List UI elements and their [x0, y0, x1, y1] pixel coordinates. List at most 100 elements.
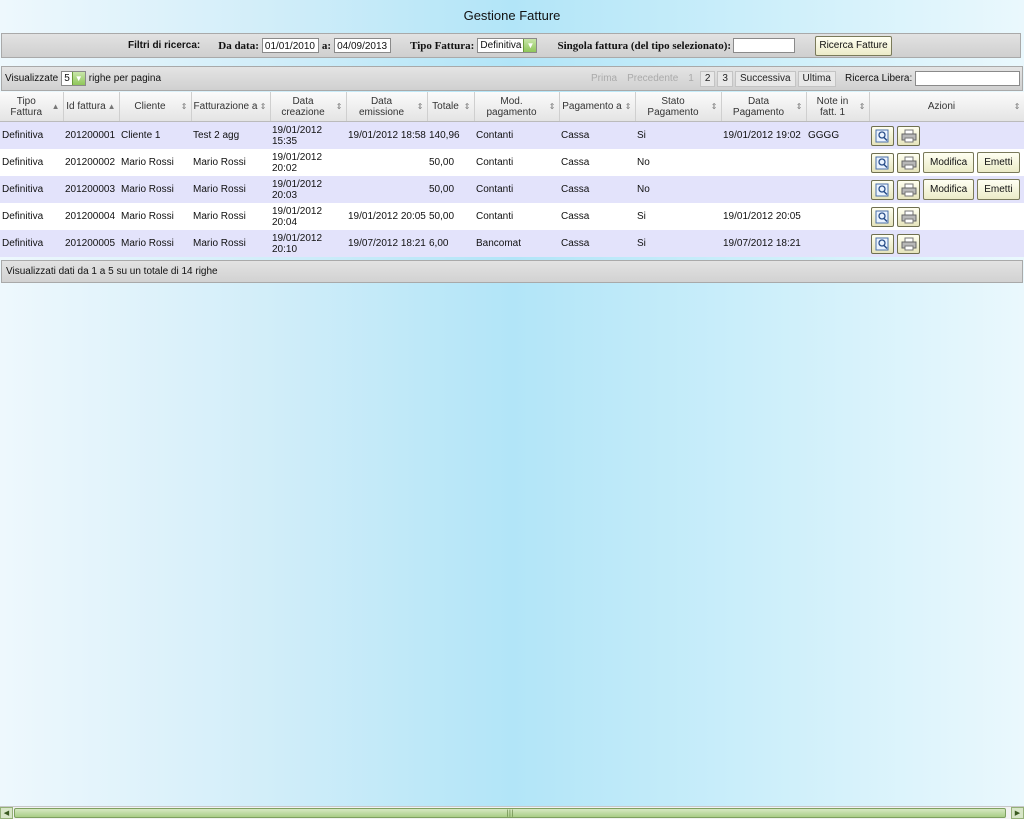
chevron-down-icon: ▼: [71, 72, 85, 85]
cell-data-pagamento: 19/07/2012 18:21: [721, 230, 806, 257]
col-header-label: Azioni: [927, 101, 956, 112]
col-header-id[interactable]: Id fattura ▲: [63, 92, 120, 122]
printer-icon: [901, 237, 916, 250]
view-invoice-button[interactable]: [871, 233, 894, 254]
print-invoice-button[interactable]: [897, 125, 920, 146]
col-header-data-emissione[interactable]: Data emissione ⇕: [346, 92, 428, 122]
cell-totale: 6,00: [427, 230, 474, 257]
horizontal-scrollbar[interactable]: ◀ ||| ▶: [0, 806, 1024, 819]
page-2-link[interactable]: 2: [699, 70, 716, 87]
cell-data-pagamento: [721, 176, 806, 203]
scroll-right-icon[interactable]: ▶: [1011, 807, 1024, 819]
col-header-mod-pagamento[interactable]: Mod. pagamento ⇕: [474, 92, 560, 122]
row-actions: [871, 125, 1022, 146]
table-status: Visualizzati dati da 1 a 5 su un totale …: [1, 260, 1023, 283]
printer-icon: [901, 183, 916, 196]
cell-totale: 50,00: [427, 149, 474, 176]
col-header-note[interactable]: Note in fatt. 1 ⇕: [806, 92, 870, 122]
rows-show-label: Visualizzate: [5, 73, 59, 84]
invoice-type-value: Definitiva: [480, 40, 522, 51]
cell-tipo: Definitiva: [0, 203, 63, 230]
single-invoice-input[interactable]: [733, 38, 796, 53]
to-date-input[interactable]: 04/09/2013: [334, 38, 392, 53]
modify-invoice-button[interactable]: Modifica: [923, 152, 975, 173]
sort-icon: ⇕: [335, 102, 343, 111]
print-invoice-button[interactable]: [897, 152, 920, 173]
page-last-link[interactable]: Ultima: [797, 70, 836, 87]
row-actions: [871, 206, 1022, 227]
free-search-label: Ricerca Libera:: [845, 73, 913, 84]
col-header-pagamento-a[interactable]: Pagamento a ⇕: [559, 92, 636, 122]
col-header-data-pagamento[interactable]: Data Pagamento ⇕: [721, 92, 807, 122]
cell-note: [806, 149, 869, 176]
col-header-azioni[interactable]: Azioni ⇕: [869, 92, 1024, 122]
table-row: Definitiva 201200005 Mario Rossi Mario R…: [0, 230, 1024, 257]
cell-id: 201200001: [63, 121, 119, 149]
print-invoice-button[interactable]: [897, 179, 920, 200]
sort-icon: ⇕: [548, 102, 556, 111]
from-date-input[interactable]: 01/01/2010: [261, 38, 319, 53]
cell-stato: No: [635, 176, 721, 203]
cell-stato: No: [635, 149, 721, 176]
cell-cliente: Cliente 1: [119, 121, 191, 149]
sort-icon: ⇕: [463, 102, 471, 111]
cell-totale: 140,96: [427, 121, 474, 149]
col-header-tipo[interactable]: Tipo Fattura ▲: [0, 92, 64, 122]
page-first-link[interactable]: Prima: [587, 72, 621, 86]
table-row: Definitiva 201200001 Cliente 1 Test 2 ag…: [0, 121, 1024, 149]
cell-data-pagamento: 19/01/2012 20:05: [721, 203, 806, 230]
page-prev-link[interactable]: Precedente: [623, 72, 682, 86]
view-invoice-button[interactable]: [871, 206, 894, 227]
sort-icon: ⇕: [624, 102, 632, 111]
cell-id: 201200005: [63, 230, 119, 257]
magnifier-icon: [875, 156, 889, 169]
print-invoice-button[interactable]: [897, 206, 920, 227]
filter-bar: Filtri di ricerca: Da data: 01/01/2010 a…: [1, 33, 1021, 58]
col-header-fatturazione[interactable]: Fatturazione a ⇕: [191, 92, 271, 122]
view-invoice-button[interactable]: [871, 179, 894, 200]
cell-data-emissione: 19/01/2012 18:58: [346, 121, 427, 149]
invoice-type-select[interactable]: Definitiva ▼: [477, 38, 538, 53]
cell-fatturazione: Mario Rossi: [191, 230, 270, 257]
page-next-link[interactable]: Successiva: [734, 70, 796, 87]
scroll-thumb[interactable]: |||: [14, 808, 1006, 818]
col-header-cliente[interactable]: Cliente ⇕: [119, 92, 192, 122]
col-header-stato-pagamento[interactable]: Stato Pagamento ⇕: [635, 92, 722, 122]
from-date-label: Da data:: [218, 39, 259, 52]
cell-azioni: [869, 203, 1024, 230]
scroll-left-icon[interactable]: ◀: [0, 807, 13, 819]
cell-pagamento-a: Cassa: [559, 121, 635, 149]
cell-cliente: Mario Rossi: [119, 203, 191, 230]
filters-label: Filtri di ricerca:: [128, 40, 201, 51]
chevron-down-icon: ▼: [523, 39, 537, 52]
page-3-link[interactable]: 3: [717, 70, 733, 87]
cell-stato: Si: [635, 121, 721, 149]
cell-azioni: Modifica Emetti: [869, 176, 1024, 203]
col-header-label: Pagamento a: [562, 101, 622, 112]
emit-invoice-button[interactable]: Emetti: [977, 152, 1020, 173]
rows-per-page-select[interactable]: 5 ▼: [61, 71, 86, 86]
emit-invoice-button[interactable]: Emetti: [977, 179, 1020, 200]
cell-data-emissione: [346, 176, 427, 203]
view-invoice-button[interactable]: [871, 125, 894, 146]
col-header-totale[interactable]: Totale ⇕: [427, 92, 475, 122]
page-title: Gestione Fatture: [463, 8, 561, 23]
cell-data-pagamento: [721, 149, 806, 176]
magnifier-icon: [875, 237, 889, 250]
cell-tipo: Definitiva: [0, 121, 63, 149]
page-1-link[interactable]: 1: [684, 72, 698, 86]
col-header-data-creazione[interactable]: Data creazione ⇕: [270, 92, 347, 122]
cell-mod-pagamento: Contanti: [474, 149, 559, 176]
to-date-label: a:: [321, 39, 332, 52]
table-row: Definitiva 201200003 Mario Rossi Mario R…: [0, 176, 1024, 203]
free-search-input[interactable]: [915, 71, 1021, 86]
magnifier-icon: [875, 183, 889, 196]
cell-tipo: Definitiva: [0, 230, 63, 257]
modify-invoice-button[interactable]: Modifica: [923, 179, 975, 200]
print-invoice-button[interactable]: [897, 233, 920, 254]
view-invoice-button[interactable]: [871, 152, 894, 173]
free-search: Ricerca Libera:: [845, 67, 1021, 90]
table-toolbar: Visualizzate 5 ▼ righe per pagina Prima …: [1, 66, 1023, 91]
cell-cliente: Mario Rossi: [119, 230, 191, 257]
search-invoices-button[interactable]: Ricerca Fatture: [815, 35, 893, 56]
